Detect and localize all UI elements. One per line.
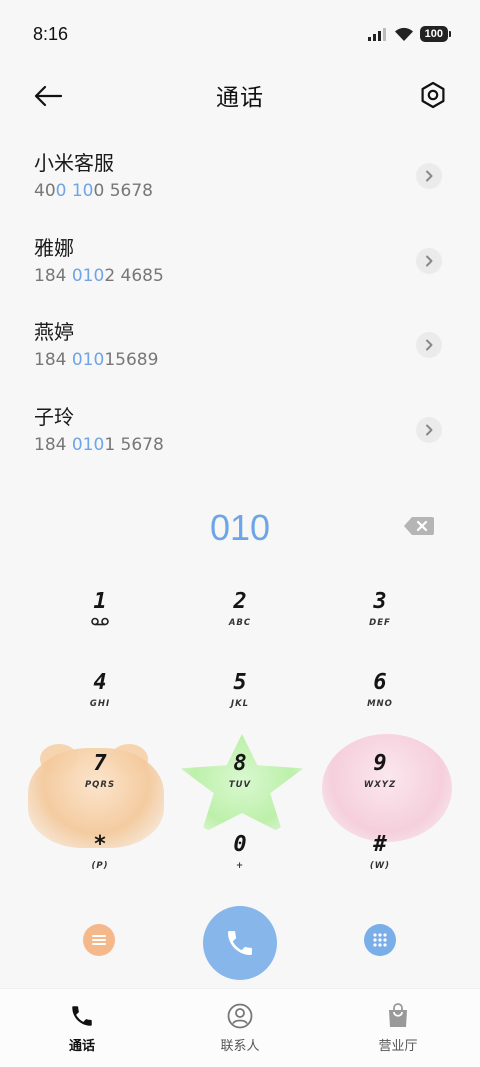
contact-item[interactable]: 雅娜 184 0102 4685 xyxy=(0,230,480,315)
contact-item[interactable]: 小米客服 400 100 5678 xyxy=(0,145,480,230)
key-7[interactable]: 7 PQRS xyxy=(30,748,170,829)
keypad-toggle-button[interactable] xyxy=(364,924,396,956)
phone-icon xyxy=(72,1006,92,1026)
key-hash[interactable]: # (W) xyxy=(310,829,450,910)
contact-detail-button[interactable] xyxy=(416,247,442,274)
contact-item[interactable]: 子玲 184 0101 5678 xyxy=(0,399,480,484)
settings-button[interactable] xyxy=(418,80,448,110)
nav-item-calls[interactable]: 通话 xyxy=(40,989,124,1067)
chevron-right-icon xyxy=(426,339,433,351)
contact-item[interactable]: 燕婷 184 01015689 xyxy=(0,314,480,399)
key-2[interactable]: 2 ABC xyxy=(170,586,310,667)
nav-label: 通话 xyxy=(68,1039,95,1054)
contact-name: 子玲 xyxy=(34,404,74,429)
contact-name: 小米客服 xyxy=(34,151,114,175)
contact-name: 燕婷 xyxy=(34,320,74,344)
back-button[interactable] xyxy=(32,80,64,112)
nav-label: 营业厅 xyxy=(378,1039,418,1054)
key-5[interactable]: 5 JKL xyxy=(170,667,310,748)
gear-icon xyxy=(421,81,445,109)
signal-icon xyxy=(367,28,386,41)
status-time: 8:16 xyxy=(33,23,69,44)
bottom-nav: 通话 联系人 营业厅 xyxy=(0,988,480,1067)
back-arrow-icon xyxy=(34,85,63,107)
bag-icon xyxy=(389,1003,407,1027)
contact-detail-button[interactable] xyxy=(416,332,442,358)
phone-icon xyxy=(228,931,252,955)
nav-label: 联系人 xyxy=(220,1039,260,1054)
contact-number: 400 100 5678 xyxy=(34,181,153,201)
call-button[interactable] xyxy=(203,906,277,980)
key-4[interactable]: 4 GHI xyxy=(30,667,170,748)
contact-detail-button[interactable] xyxy=(416,163,442,189)
status-bar: 8:16 100 xyxy=(0,0,480,68)
dial-display-row: 010 xyxy=(0,500,480,556)
key-8[interactable]: 8 TUV xyxy=(170,748,310,829)
nav-item-service-hall[interactable]: 营业厅 xyxy=(356,989,440,1067)
header: 通话 xyxy=(0,72,480,118)
page-title: 通话 xyxy=(216,85,264,111)
grid-dots-icon xyxy=(373,933,387,947)
person-icon xyxy=(227,1003,253,1029)
chevron-right-icon xyxy=(426,170,433,182)
wifi-icon xyxy=(394,27,413,41)
contact-number: 184 0101 5678 xyxy=(34,434,164,455)
contact-number: 184 01015689 xyxy=(34,350,159,370)
key-3[interactable]: 3 DEF xyxy=(310,586,450,667)
menu-icon xyxy=(92,935,106,945)
battery-indicator: 100 xyxy=(419,26,452,42)
menu-button[interactable] xyxy=(83,924,115,956)
voicemail-icon xyxy=(91,617,109,626)
status-icons: 100 xyxy=(367,26,452,42)
action-row xyxy=(0,904,480,980)
backspace-icon xyxy=(404,517,434,535)
chevron-right-icon xyxy=(426,255,433,266)
contact-suggestion-list: 小米客服 400 100 5678 雅娜 184 0102 4685 燕婷 18… xyxy=(0,145,480,483)
contact-name: 雅娜 xyxy=(34,235,74,260)
dial-keypad: 1 2 ABC 3 DEF 4 GHI 5 JKL 6 MNO 7 PQRS 8… xyxy=(30,586,450,910)
key-0[interactable]: 0 + xyxy=(170,829,310,910)
contact-number: 184 0102 4685 xyxy=(34,265,164,286)
key-6[interactable]: 6 MNO xyxy=(310,667,450,748)
chevron-right-icon xyxy=(426,424,433,435)
key-star[interactable]: * (P) xyxy=(30,829,170,910)
contact-detail-button[interactable] xyxy=(416,416,442,443)
nav-item-contacts[interactable]: 联系人 xyxy=(198,989,282,1067)
backspace-button[interactable] xyxy=(404,516,434,538)
key-9[interactable]: 9 WXYZ xyxy=(310,748,450,829)
key-1[interactable]: 1 xyxy=(30,586,170,667)
